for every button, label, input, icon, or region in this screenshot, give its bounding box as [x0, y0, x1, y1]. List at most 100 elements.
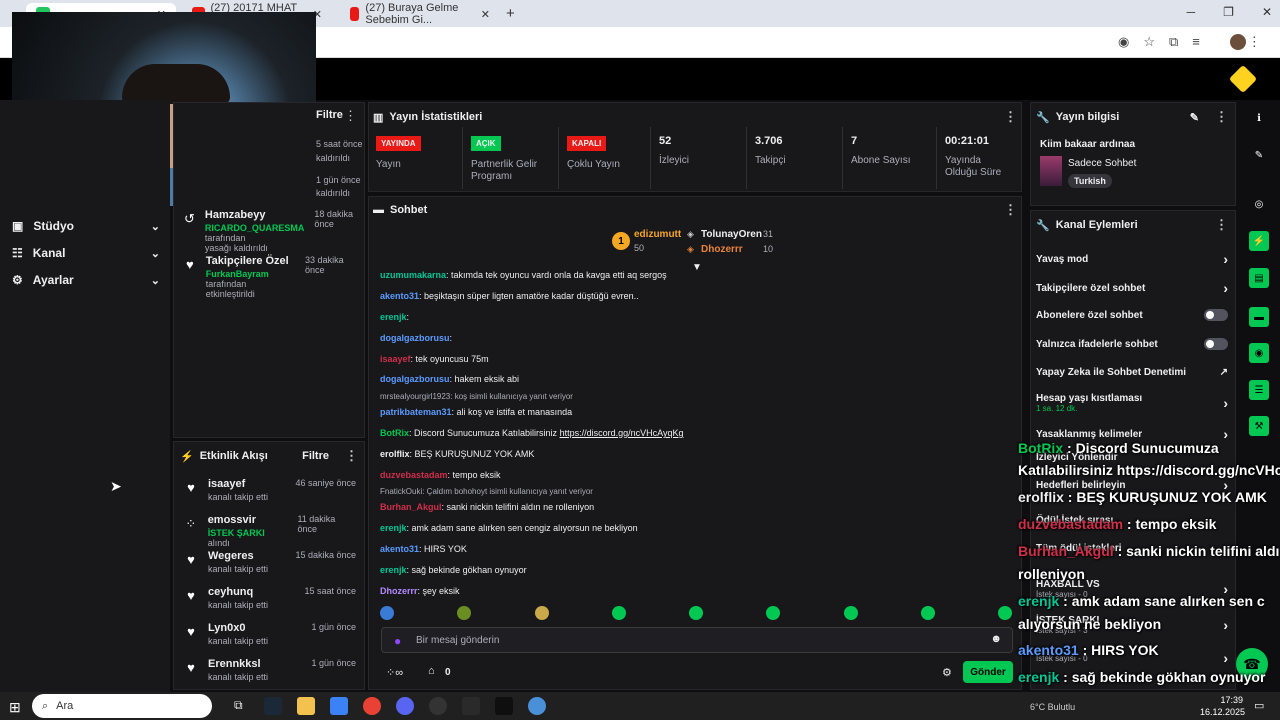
channel-action-item[interactable]: Yavaş mod › — [1036, 251, 1228, 267]
tab-close-icon[interactable]: ✕ — [481, 8, 490, 21]
nav-item-channel[interactable]: ☷ Kanal ⌄ — [12, 246, 160, 260]
more-options-icon[interactable]: ⋮ — [344, 108, 357, 124]
new-tab-button[interactable]: + — [506, 5, 515, 22]
emote-icon[interactable] — [689, 606, 703, 620]
more-options-icon[interactable]: ⋮ — [1215, 109, 1228, 125]
emote-icon[interactable] — [998, 606, 1012, 620]
gift-icon[interactable]: ⌂ — [428, 665, 435, 677]
channel-action-item[interactable]: Takipçilere özel sohbet › — [1036, 280, 1228, 296]
taskbar-search[interactable]: ⌕ Ara — [32, 694, 212, 718]
clipboard-icon[interactable]: ▤ — [1249, 268, 1269, 288]
nav-item-studio[interactable]: ▣ Stüdyo ⌄ — [12, 219, 160, 233]
chat-username[interactable]: erenjk — [380, 523, 407, 533]
restore-icon[interactable]: ❐ — [1223, 5, 1234, 19]
chat-username[interactable]: uzumumakarna — [380, 270, 446, 280]
info-icon[interactable]: ℹ — [1249, 108, 1269, 128]
emote-picker-icon[interactable]: ☻ — [990, 633, 1002, 645]
more-options-icon[interactable]: ⋮ — [1215, 217, 1228, 233]
collapse-handle-icon[interactable]: ▼ — [692, 262, 702, 273]
emote-icon[interactable] — [843, 606, 858, 620]
chat-username[interactable]: BotRix — [380, 428, 409, 438]
store-app-icon[interactable] — [330, 697, 348, 715]
chrome-app-icon[interactable] — [363, 697, 381, 715]
stream-tag[interactable]: Turkish — [1068, 174, 1112, 188]
app-icon[interactable] — [528, 697, 546, 715]
list-icon[interactable]: ☰ — [1249, 380, 1269, 400]
edit-pencil-icon[interactable]: ✎ — [1190, 111, 1199, 124]
emote-icon[interactable] — [920, 606, 935, 620]
chat-username[interactable]: erenjk — [380, 565, 407, 575]
chat-username[interactable]: Dhozerrr — [380, 586, 418, 596]
bookmark-star-icon[interactable]: ☆ — [1143, 34, 1155, 50]
epic-games-icon[interactable] — [462, 697, 480, 715]
more-options-icon[interactable]: ⋮ — [1004, 109, 1017, 125]
chat-username[interactable]: erenjk — [380, 312, 407, 322]
stream-category[interactable]: Sadece Sohbet — [1068, 158, 1136, 169]
more-options-icon[interactable]: ⋮ — [345, 448, 358, 464]
chat-settings-gear-icon[interactable]: ⚙ — [942, 666, 952, 679]
channel-action-item[interactable]: Hesap yaşı kısıtlaması 1 sa. 12 dk. › — [1036, 393, 1228, 413]
chat-username[interactable]: patrikbateman31 — [380, 407, 452, 417]
profile-avatar[interactable] — [1230, 34, 1246, 50]
stream-title: Kiim bakaar ardınaa — [1040, 139, 1136, 150]
emote-icon[interactable] — [611, 606, 626, 620]
steam-app-icon[interactable] — [264, 697, 282, 715]
microphone-icon[interactable]: ● — [394, 634, 401, 648]
minimize-icon[interactable]: ─ — [1187, 5, 1196, 19]
obs-app-icon[interactable] — [429, 697, 447, 715]
streamer-hair — [122, 64, 230, 104]
chat-bubble-icon[interactable]: ▬ — [1249, 307, 1269, 327]
task-view-icon[interactable]: ⧉ — [234, 698, 243, 713]
chat-username[interactable]: isaayef — [380, 354, 411, 364]
emote-icon[interactable] — [766, 606, 781, 620]
activity-filter-button[interactable]: Filtre — [302, 450, 329, 462]
windows-start-icon[interactable]: ⊞ — [9, 699, 21, 716]
chat-input[interactable]: ● Bir mesaj gönderin ☻ — [381, 627, 1013, 653]
emote-icon[interactable] — [534, 606, 549, 620]
broadcast-icon[interactable]: ◉ — [1249, 343, 1269, 363]
emote-icon[interactable] — [380, 606, 394, 620]
chat-username[interactable]: dogalgazborusu — [380, 374, 450, 384]
channel-action-item[interactable]: Yalnızca ifadelerle sohbet — [1036, 338, 1228, 350]
toggle-switch[interactable] — [1204, 309, 1228, 321]
channel-action-item[interactable]: Abonelere özel sohbet — [1036, 309, 1228, 321]
media-icon[interactable]: ≡ — [1192, 34, 1200, 50]
close-window-icon[interactable]: ✕ — [1262, 5, 1272, 19]
channel-action-item[interactable]: Yapay Zeka ile Sohbet Denetimi ↗ — [1036, 367, 1228, 378]
wrench-icon[interactable]: ⚒ — [1249, 416, 1269, 436]
send-button[interactable]: Gönder — [963, 661, 1013, 683]
emote-icon[interactable] — [457, 606, 472, 620]
leader-name[interactable]: edizumutt — [634, 229, 681, 240]
chat-username[interactable]: akento31 — [380, 544, 419, 554]
chat-username[interactable]: duzvebastadam — [380, 470, 448, 480]
discord-app-icon[interactable] — [396, 697, 414, 715]
leader-name[interactable]: TolunayOren — [701, 229, 762, 240]
toggle-switch[interactable] — [1204, 338, 1228, 350]
notification-icon[interactable]: ▭ — [1254, 699, 1264, 712]
browser-menu-icon[interactable]: ⋮ — [1248, 34, 1261, 50]
chat-username[interactable]: Burhan_Akgul — [380, 502, 442, 512]
chat-link[interactable]: https://discord.gg/ncVHcAyqKg — [560, 428, 684, 438]
channel-points-icon[interactable]: ⁘∞ — [386, 666, 403, 679]
browser-tab[interactable]: (27) Buraya Gelme Sebebim Gi... ✕ — [340, 2, 500, 26]
app-icon[interactable] — [495, 697, 513, 715]
extensions-icon[interactable]: ⧉ — [1169, 34, 1178, 50]
app-logo-icon[interactable] — [1228, 64, 1258, 94]
chat-username[interactable]: erolflix — [380, 449, 410, 459]
mouse-cursor-icon: ➤ — [110, 478, 122, 494]
lightning-icon[interactable]: ⚡ — [1249, 231, 1269, 251]
chat-username[interactable]: akento31 — [380, 291, 419, 301]
clock-time: 17:39 — [1220, 695, 1243, 705]
camera-icon[interactable]: ◎ — [1249, 194, 1269, 214]
activity-feed-header: ⚡ Etkinlik Akışı Filtre ⋮ — [180, 448, 358, 464]
feed-filter-button[interactable]: Filtre — [316, 109, 343, 121]
more-options-icon[interactable]: ⋮ — [1004, 202, 1017, 218]
chat-username[interactable]: dogalgazborusu — [380, 333, 450, 343]
nav-item-settings[interactable]: ⚙ Ayarlar ⌄ — [12, 273, 160, 287]
leader-name[interactable]: Dhozerrr — [701, 244, 743, 255]
weather-widget[interactable]: 6°C Bulutlu — [1030, 702, 1075, 712]
file-explorer-icon[interactable] — [297, 697, 315, 715]
leader-count: 50 — [634, 243, 645, 253]
pencil-icon[interactable]: ✎ — [1249, 145, 1269, 165]
eye-icon[interactable]: ◉ — [1118, 34, 1129, 50]
